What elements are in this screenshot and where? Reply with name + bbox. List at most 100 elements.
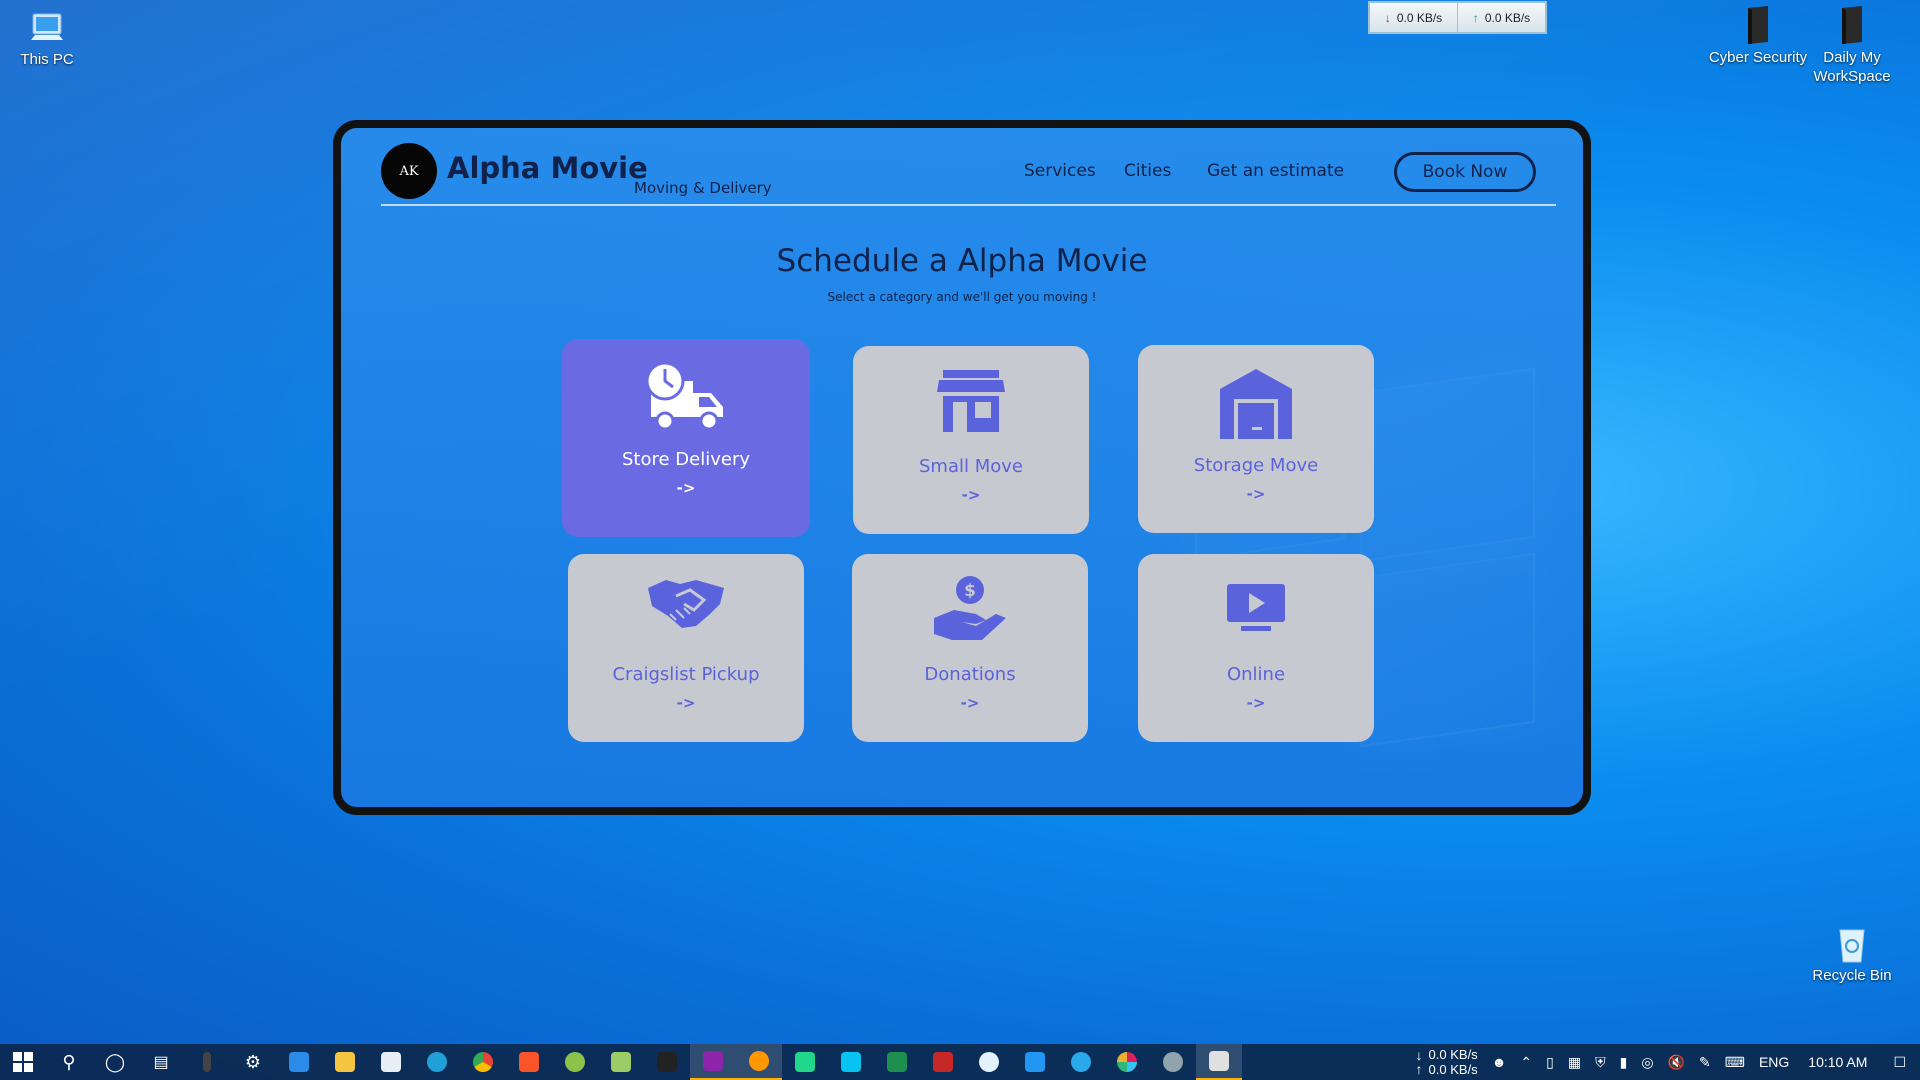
desktop-icon-recycle-bin[interactable]: Recycle Bin (1802, 924, 1902, 985)
intellij-icon (703, 1051, 723, 1071)
upload-speed: ↑ 0.0 KB/s (1458, 3, 1545, 32)
arrow-right-icon: -> (1246, 694, 1266, 712)
category-card-storage-move[interactable]: Storage Move -> (1138, 345, 1374, 533)
battery-icon[interactable]: ▮ (1613, 1054, 1635, 1071)
handshake-icon (648, 580, 724, 628)
telegram-icon (1071, 1052, 1091, 1072)
notepad-icon (611, 1052, 631, 1072)
category-card-craigslist-pickup[interactable]: Craigslist Pickup -> (568, 554, 804, 742)
category-card-online[interactable]: Online -> (1138, 554, 1374, 742)
windows-start-icon (13, 1052, 33, 1072)
clock[interactable]: 10:10 AM (1796, 1054, 1879, 1070)
category-card-store-delivery[interactable]: Store Delivery -> (562, 339, 810, 537)
nav-link-cities[interactable]: Cities (1124, 161, 1171, 181)
website-frame: AK Alpha Movie Moving & Delivery Service… (333, 120, 1591, 815)
desktop-icon-daily-workspace[interactable]: Daily My WorkSpace (1802, 4, 1902, 86)
arrow-down-icon: ↓ (1384, 10, 1391, 25)
video-play-icon (1227, 584, 1285, 631)
taskbar-app[interactable] (368, 1044, 414, 1080)
taskbar-app[interactable] (184, 1044, 230, 1080)
taskbar-app[interactable] (1150, 1044, 1196, 1080)
taskbar-app[interactable] (966, 1044, 1012, 1080)
people-icon[interactable]: ☻ (1485, 1054, 1514, 1070)
taskbar-app-active[interactable] (736, 1044, 782, 1080)
chrome-canary-icon (565, 1052, 585, 1072)
terminal-icon (657, 1052, 677, 1072)
taskbar-app[interactable] (920, 1044, 966, 1080)
category-card-donations[interactable]: $ Donations -> (852, 554, 1088, 742)
defender-shield-icon[interactable]: ⛨ (1588, 1054, 1613, 1071)
taskbar-app[interactable] (1012, 1044, 1058, 1080)
taskbar-app-active[interactable] (1196, 1044, 1242, 1080)
arrow-right-icon: -> (960, 694, 980, 712)
webstorm-icon (841, 1052, 861, 1072)
storefront-icon (937, 370, 1005, 432)
task-view-icon: ▤ (153, 1054, 169, 1071)
recycle-bin-icon (1839, 929, 1865, 963)
search-icon: ⚲ (62, 1051, 76, 1072)
network-speed-widget: ↓ 0.0 KB/s ↑ 0.0 KB/s (1368, 1, 1547, 34)
tray-app-icon[interactable]: ▦ (1561, 1054, 1588, 1071)
taskbar-app[interactable] (276, 1044, 322, 1080)
store-icon (381, 1052, 401, 1072)
app-icon (1209, 1051, 1229, 1071)
card-label: Small Move (919, 456, 1023, 477)
taskbar-app[interactable] (322, 1044, 368, 1080)
nav-link-services[interactable]: Services (1024, 161, 1096, 181)
taskbar-app[interactable] (552, 1044, 598, 1080)
task-view-button[interactable]: ▤ (138, 1044, 184, 1080)
brave-icon (519, 1052, 539, 1072)
keyboard-icon[interactable]: ⌨ (1718, 1054, 1752, 1071)
card-label: Store Delivery (621, 449, 750, 470)
start-button[interactable] (0, 1044, 46, 1080)
taskbar-app[interactable] (874, 1044, 920, 1080)
cortana-button[interactable]: ◯ (92, 1044, 138, 1080)
settings-icon: ⚙ (244, 1051, 262, 1072)
chrome-icon (473, 1052, 493, 1072)
desktop-icon-this-pc[interactable]: This PC (0, 8, 97, 69)
chevron-up-icon[interactable]: ⌃ (1513, 1054, 1539, 1071)
brand-logo[interactable]: AK (381, 143, 437, 199)
card-label: Online (1226, 664, 1286, 685)
language-indicator[interactable]: ENG (1752, 1054, 1796, 1070)
delivery-truck-icon (645, 361, 723, 431)
nav-link-get-estimate[interactable]: Get an estimate (1207, 161, 1344, 181)
computer-icon (31, 13, 63, 40)
search-button[interactable]: ⚲ (46, 1044, 92, 1080)
word-icon (979, 1052, 999, 1072)
pen-icon[interactable]: ✎ (1692, 1054, 1718, 1071)
book-now-button[interactable]: Book Now (1394, 152, 1536, 192)
taskbar-app[interactable] (460, 1044, 506, 1080)
network-speed-tray: ↓ ↑ 0.0 KB/s 0.0 KB/s (1415, 1047, 1478, 1077)
site-navbar: AK Alpha Movie Moving & Delivery Service… (381, 136, 1556, 206)
taskbar-app[interactable] (414, 1044, 460, 1080)
card-label: Craigslist Pickup (612, 664, 760, 685)
taskbar-app[interactable] (506, 1044, 552, 1080)
arrow-right-icon: -> (676, 694, 696, 712)
desktop-icon-cyber-security[interactable]: Cyber Security (1708, 4, 1808, 67)
warehouse-icon (1220, 369, 1292, 439)
page-subtitle: Select a category and we'll get you movi… (827, 290, 1097, 304)
category-card-small-move[interactable]: Small Move -> (853, 346, 1089, 534)
folder-icon (1842, 6, 1862, 44)
volume-muted-icon[interactable]: 🔇 (1661, 1054, 1692, 1071)
edge-icon (427, 1052, 447, 1072)
card-label: Donations (924, 664, 1016, 685)
taskbar-app[interactable] (828, 1044, 874, 1080)
cortana-icon: ◯ (104, 1051, 126, 1072)
taskbar-app[interactable] (782, 1044, 828, 1080)
page-title: Schedule a Alpha Movie (776, 243, 1148, 279)
brand-name[interactable]: Alpha Movie (447, 151, 648, 185)
taskbar-app[interactable] (644, 1044, 690, 1080)
arrow-up-icon: ↑ (1472, 10, 1479, 25)
network-globe-icon[interactable]: ◎ (1634, 1054, 1660, 1071)
notification-icon[interactable]: ☐ (1879, 1054, 1920, 1071)
taskbar-app[interactable] (598, 1044, 644, 1080)
taskbar: ⚲ ◯ ▤ ⚙ ↓ ↑ 0.0 KB/s 0.0 KB/s ☻ ⌃ ▯ ▦ ⛨ ▮… (0, 1044, 1920, 1080)
tray-mouse-icon[interactable]: ▯ (1539, 1054, 1561, 1071)
taskbar-app[interactable]: ⚙ (230, 1044, 276, 1080)
taskbar-app-active[interactable] (690, 1044, 736, 1080)
mail-icon (289, 1052, 309, 1072)
taskbar-app[interactable] (1104, 1044, 1150, 1080)
taskbar-app[interactable] (1058, 1044, 1104, 1080)
